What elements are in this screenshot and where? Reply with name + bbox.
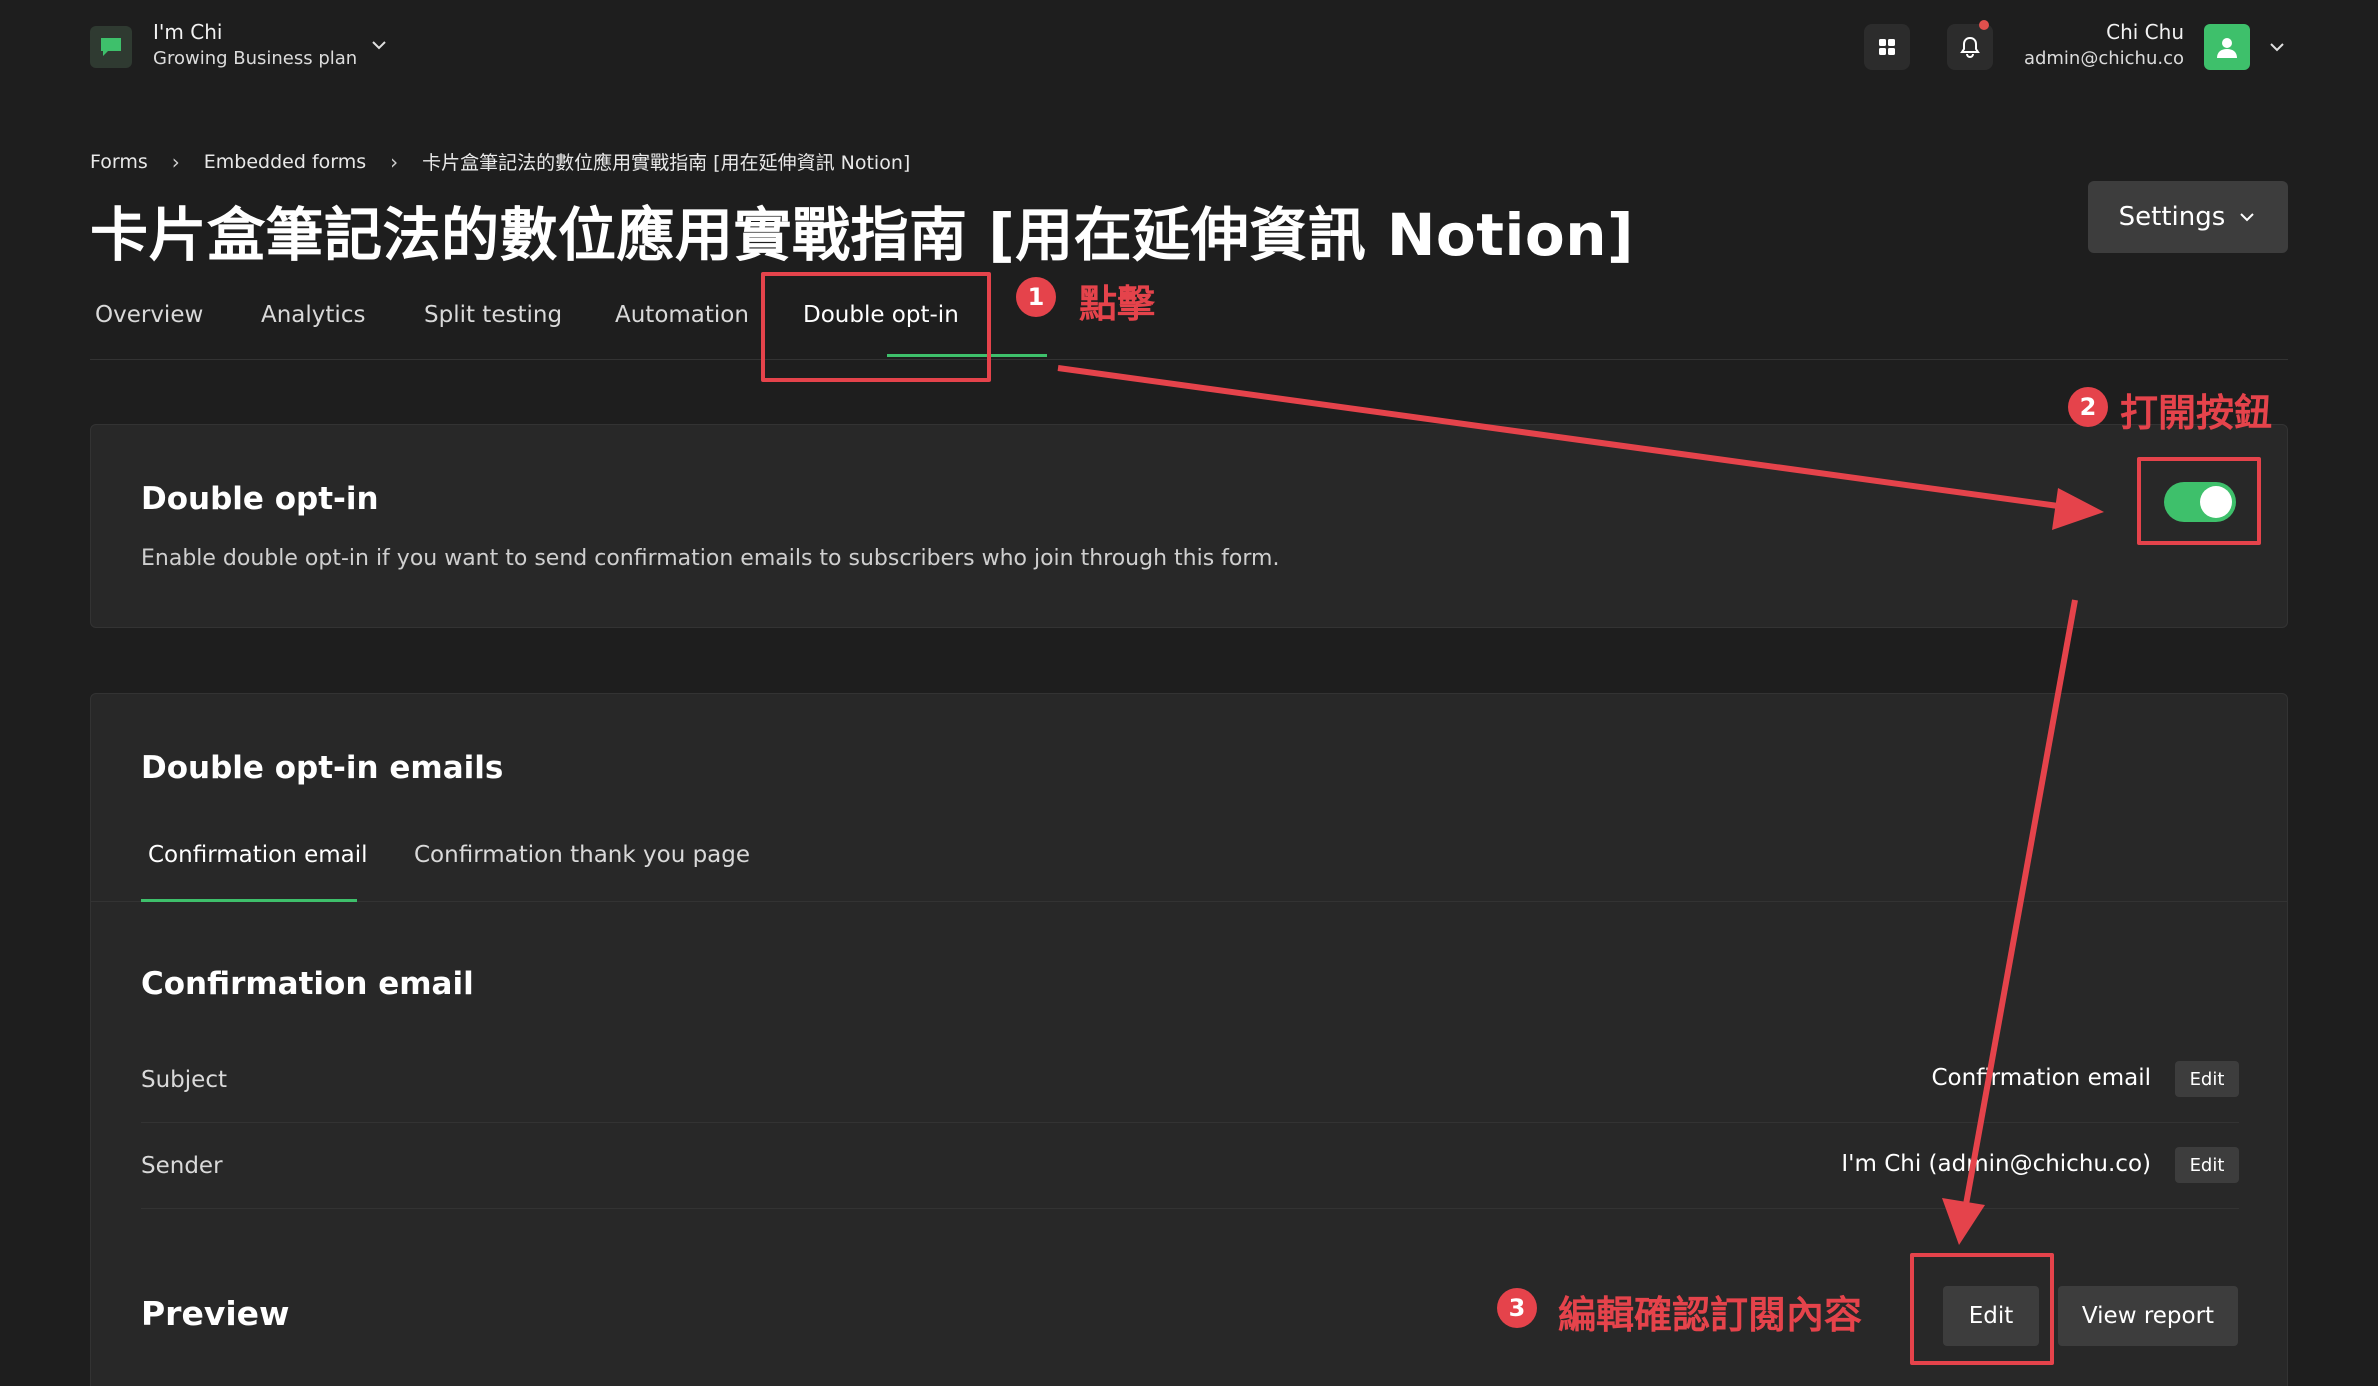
double-opt-in-card: Double opt-in Enable double opt-in if yo… <box>90 424 2288 628</box>
annotation-badge-2: 2 <box>2068 387 2108 427</box>
chevron-down-icon <box>2240 213 2255 222</box>
app-root: I'm Chi Growing Business plan Chi Chu ad… <box>0 0 2378 1386</box>
settings-label: Settings <box>2118 202 2226 232</box>
annotation-text-3: 編輯確認訂閱內容 <box>1558 1293 1863 1337</box>
sender-row: Sender I'm Chi (admin@chichu.co) Edit <box>141 1123 2239 1209</box>
email-subtabs: Confirmation email Confirmation thank yo… <box>91 842 2287 902</box>
sender-value: I'm Chi (admin@chichu.co) <box>1841 1151 2151 1177</box>
tab-automation[interactable]: Automation <box>615 302 749 328</box>
apps-grid-button[interactable] <box>1864 24 1910 70</box>
top-bar: I'm Chi Growing Business plan Chi Chu ad… <box>0 0 2378 96</box>
workspace-name[interactable]: I'm Chi <box>153 20 222 44</box>
annotation-badge-3: 3 <box>1497 1288 1537 1328</box>
tab-analytics[interactable]: Analytics <box>261 302 365 328</box>
subject-row: Subject Confirmation email Edit <box>141 1037 2239 1123</box>
breadcrumb-embedded-forms[interactable]: Embedded forms <box>204 151 366 173</box>
subject-label: Subject <box>141 1067 227 1093</box>
edit-sender-button[interactable]: Edit <box>2175 1147 2239 1183</box>
confirmation-email-heading: Confirmation email <box>141 966 474 1002</box>
page-title: 卡片盒筆記法的數位應用實戰指南 [用在延伸資訊 Notion] <box>90 201 1635 269</box>
tab-confirmation-thank-you-page[interactable]: Confirmation thank you page <box>414 842 750 868</box>
breadcrumb-current: 卡片盒筆記法的數位應用實戰指南 [用在延伸資訊 Notion] <box>422 152 911 174</box>
tab-split-testing[interactable]: Split testing <box>424 302 562 328</box>
breadcrumb-forms[interactable]: Forms <box>90 151 148 173</box>
sender-label: Sender <box>141 1153 223 1179</box>
avatar[interactable] <box>2204 24 2250 70</box>
emails-card-title: Double opt-in emails <box>141 750 504 786</box>
user-email: admin@chichu.co <box>2023 48 2184 69</box>
view-report-button[interactable]: View report <box>2058 1286 2238 1346</box>
chevron-right-icon: › <box>171 149 180 174</box>
tab-overview[interactable]: Overview <box>95 302 203 328</box>
grid-icon <box>1879 39 1895 55</box>
form-tabs: Overview Analytics Split testing Automat… <box>90 290 2288 360</box>
bell-icon <box>1960 36 1980 59</box>
notifications-button[interactable] <box>1947 20 1993 70</box>
annotation-badge-1: 1 <box>1016 277 1056 317</box>
annotation-box-toggle <box>2137 457 2261 545</box>
preview-heading: Preview <box>141 1294 290 1333</box>
settings-button[interactable]: Settings <box>2088 181 2288 253</box>
user-name[interactable]: Chi Chu <box>2106 20 2184 44</box>
chevron-down-icon[interactable] <box>368 34 390 56</box>
annotation-box-edit <box>1910 1253 2054 1365</box>
double-opt-in-description: Enable double opt-in if you want to send… <box>141 546 1280 571</box>
active-subtab-indicator <box>141 899 357 902</box>
tab-confirmation-email[interactable]: Confirmation email <box>148 842 368 868</box>
edit-subject-button[interactable]: Edit <box>2175 1061 2239 1097</box>
notification-dot <box>1979 20 1989 30</box>
chevron-right-icon: › <box>390 149 399 174</box>
annotation-text-1: 點擊 <box>1079 282 1156 326</box>
annotation-text-2: 打開按鈕 <box>2120 391 2273 435</box>
user-icon <box>2217 38 2237 58</box>
workspace-plan: Growing Business plan <box>153 48 358 69</box>
breadcrumb: Forms › Embedded forms › 卡片盒筆記法的數位應用實戰指南… <box>90 148 910 175</box>
annotation-box-tab <box>761 272 991 382</box>
workspace-logo-icon[interactable] <box>90 26 132 68</box>
double-opt-in-title: Double opt-in <box>141 481 379 517</box>
chevron-down-icon[interactable] <box>2266 36 2288 58</box>
subject-value: Confirmation email <box>1931 1065 2151 1091</box>
